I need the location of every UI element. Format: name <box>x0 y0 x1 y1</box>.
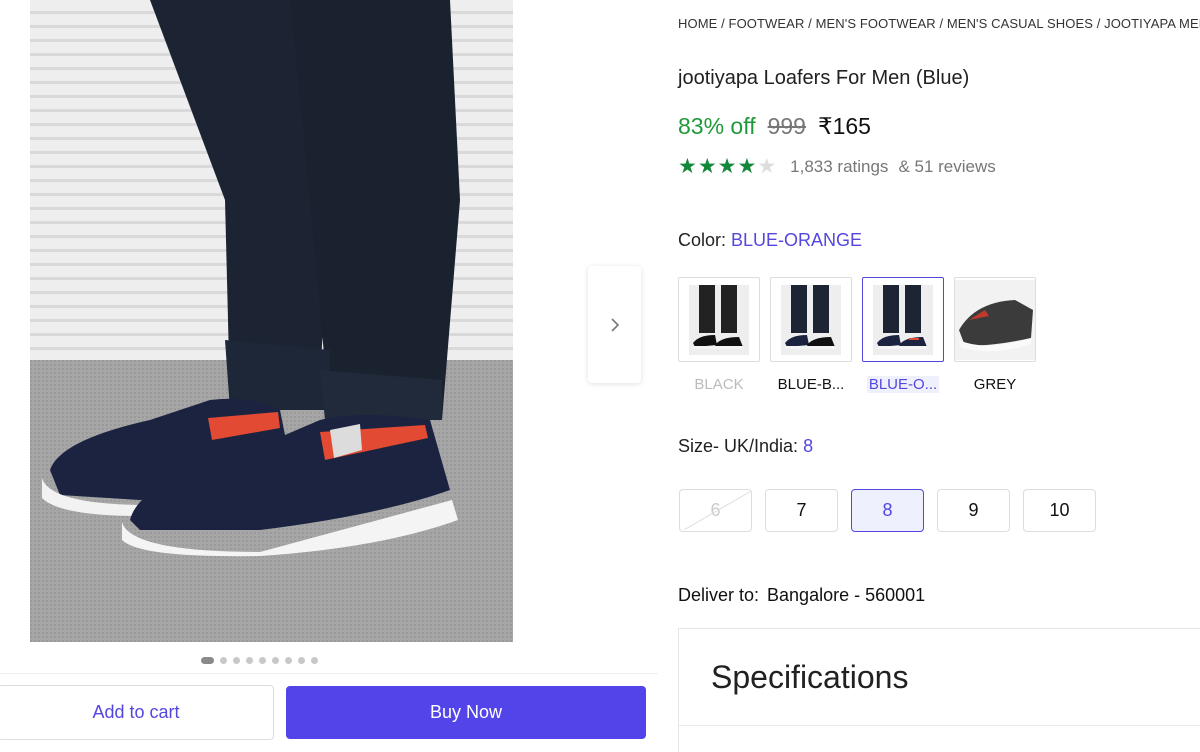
star-empty-icon: ★ <box>757 155 777 178</box>
buy-now-button[interactable]: Buy Now <box>286 686 646 739</box>
color-option-grey[interactable]: GREY <box>954 277 1036 393</box>
gallery-dot[interactable] <box>311 657 318 664</box>
gallery-dot[interactable] <box>220 657 227 664</box>
chevron-right-icon <box>610 317 619 332</box>
rating-row[interactable]: ★ ★ ★ ★ ★ 1,833 ratings & 51 reviews <box>678 156 996 177</box>
color-option-blue-black[interactable]: BLUE-B... <box>770 277 852 393</box>
color-option-label: BLACK <box>694 376 744 393</box>
color-thumbnail <box>678 277 760 362</box>
product-image[interactable] <box>30 0 513 642</box>
size-option-7[interactable]: 7 <box>765 489 838 532</box>
gallery-pagination[interactable] <box>201 657 318 664</box>
price-row: 83% off 999 ₹165 <box>678 113 871 140</box>
gallery-dot[interactable] <box>201 657 214 664</box>
color-option-black[interactable]: BLACK <box>678 277 760 393</box>
gallery-dot[interactable] <box>233 657 240 664</box>
color-option-blue-orange[interactable]: BLUE-O... <box>862 277 944 393</box>
color-option-label: BLUE-O... <box>866 376 940 393</box>
selling-price: ₹165 <box>817 113 871 139</box>
size-options: 6 7 8 9 10 <box>679 489 1096 532</box>
size-option-8[interactable]: 8 <box>851 489 924 532</box>
color-thumbnail <box>862 277 944 362</box>
size-label: Size- UK/India: 8 <box>678 436 814 456</box>
gallery-dot[interactable] <box>259 657 266 664</box>
divider <box>679 725 1200 726</box>
color-swatches: BLACK BLUE-B... BLUE-O... GREY <box>678 277 1036 393</box>
star-icon: ★ <box>678 155 697 178</box>
product-page: Add to cart Buy Now HOME / FOOTWEAR / ME… <box>0 0 1200 752</box>
add-to-cart-button[interactable]: Add to cart <box>0 685 274 740</box>
delivery-location[interactable]: Bangalore - 560001 <box>767 585 925 605</box>
color-option-label: GREY <box>973 376 1017 393</box>
delivery-label: Deliver to: <box>678 585 760 605</box>
breadcrumb[interactable]: HOME / FOOTWEAR / MEN'S FOOTWEAR / MEN'S… <box>678 16 1200 31</box>
color-label: Color: BLUE-ORANGE <box>678 230 863 250</box>
star-icon: ★ <box>737 155 757 178</box>
color-thumbnail <box>954 277 1036 362</box>
gallery-dot[interactable] <box>285 657 292 664</box>
size-option-6[interactable]: 6 <box>679 489 752 532</box>
gallery-dot[interactable] <box>246 657 253 664</box>
gallery-next-button[interactable] <box>588 266 641 383</box>
ratings-count[interactable]: 1,833 ratings <box>790 157 888 177</box>
specifications-section: Specifications <box>678 628 1200 752</box>
selected-color: BLUE-ORANGE <box>731 230 863 250</box>
star-icon: ★ <box>717 155 737 178</box>
color-thumbnail <box>770 277 852 362</box>
specifications-title: Specifications <box>711 659 909 695</box>
selected-size: 8 <box>803 436 814 456</box>
star-rating: ★ ★ ★ ★ ★ <box>678 156 776 177</box>
reviews-count[interactable]: & 51 reviews <box>898 157 995 177</box>
delivery-info[interactable]: Deliver to: Bangalore - 560001 <box>678 585 925 606</box>
color-option-label: BLUE-B... <box>777 376 845 393</box>
star-icon: ★ <box>697 155 717 178</box>
discount-percent: 83% off <box>678 113 756 139</box>
original-price: 999 <box>767 113 806 139</box>
gallery-dot[interactable] <box>272 657 279 664</box>
size-option-9[interactable]: 9 <box>937 489 1010 532</box>
size-option-10[interactable]: 10 <box>1023 489 1096 532</box>
product-title: jootiyapa Loafers For Men (Blue) <box>678 67 970 89</box>
gallery-dot[interactable] <box>298 657 305 664</box>
